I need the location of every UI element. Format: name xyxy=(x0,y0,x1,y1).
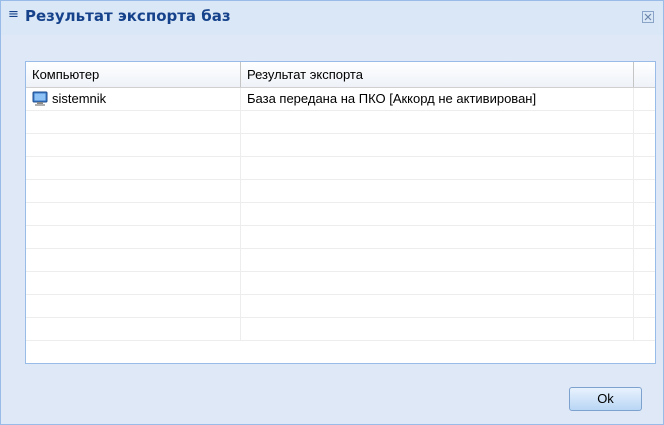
empty-cell xyxy=(26,203,241,226)
export-result-dialog: ≡ Результат экспорта баз Компьютер Резул… xyxy=(0,0,664,425)
table-row xyxy=(26,134,655,157)
table-row xyxy=(26,111,655,134)
filler-cell xyxy=(634,88,655,111)
table-row xyxy=(26,203,655,226)
empty-cell xyxy=(241,180,634,203)
empty-cell xyxy=(26,111,241,134)
empty-cell xyxy=(241,134,634,157)
table-row xyxy=(26,226,655,249)
empty-cell xyxy=(634,180,655,203)
empty-cell xyxy=(634,272,655,295)
empty-cell xyxy=(241,318,634,341)
grid-body: sistemnik База передана на ПКО [Аккорд н… xyxy=(26,88,655,341)
empty-cell xyxy=(634,249,655,272)
column-header-result[interactable]: Результат экспорта xyxy=(241,62,634,87)
empty-cell xyxy=(241,249,634,272)
result-cell[interactable]: База передана на ПКО [Аккорд не активиро… xyxy=(241,88,634,111)
column-header-computer[interactable]: Компьютер xyxy=(26,62,241,87)
computer-monitor-icon xyxy=(32,91,48,106)
empty-cell xyxy=(241,203,634,226)
empty-cell xyxy=(634,157,655,180)
menu-lines-icon: ≡ xyxy=(8,7,19,22)
computer-cell[interactable]: sistemnik xyxy=(26,88,241,111)
empty-cell xyxy=(634,295,655,318)
empty-cell xyxy=(241,272,634,295)
table-row[interactable]: sistemnik База передана на ПКО [Аккорд н… xyxy=(26,88,655,111)
close-icon[interactable] xyxy=(642,11,654,23)
table-row xyxy=(26,295,655,318)
empty-cell xyxy=(634,111,655,134)
empty-cell xyxy=(634,203,655,226)
empty-cell xyxy=(634,318,655,341)
empty-cell xyxy=(26,318,241,341)
column-header-menu[interactable] xyxy=(634,62,655,87)
table-row xyxy=(26,157,655,180)
empty-cell xyxy=(241,111,634,134)
computer-name: sistemnik xyxy=(52,91,107,106)
title-bar[interactable]: ≡ Результат экспорта баз xyxy=(1,1,663,35)
grid-header: Компьютер Результат экспорта xyxy=(26,62,655,88)
empty-cell xyxy=(26,180,241,203)
empty-cell xyxy=(634,226,655,249)
dialog-title: Результат экспорта баз xyxy=(25,7,231,25)
empty-cell xyxy=(241,157,634,180)
table-row xyxy=(26,249,655,272)
table-row xyxy=(26,180,655,203)
empty-cell xyxy=(634,134,655,157)
empty-cell xyxy=(26,134,241,157)
empty-cell xyxy=(26,295,241,318)
empty-cell xyxy=(26,272,241,295)
export-result-grid: Компьютер Результат экспорта sistemnik Б… xyxy=(25,61,656,364)
empty-cell xyxy=(241,226,634,249)
table-row xyxy=(26,272,655,295)
empty-cell xyxy=(26,249,241,272)
empty-cell xyxy=(26,157,241,180)
empty-cell xyxy=(241,295,634,318)
empty-cell xyxy=(26,226,241,249)
ok-button[interactable]: Ok xyxy=(569,387,642,411)
table-row xyxy=(26,318,655,341)
